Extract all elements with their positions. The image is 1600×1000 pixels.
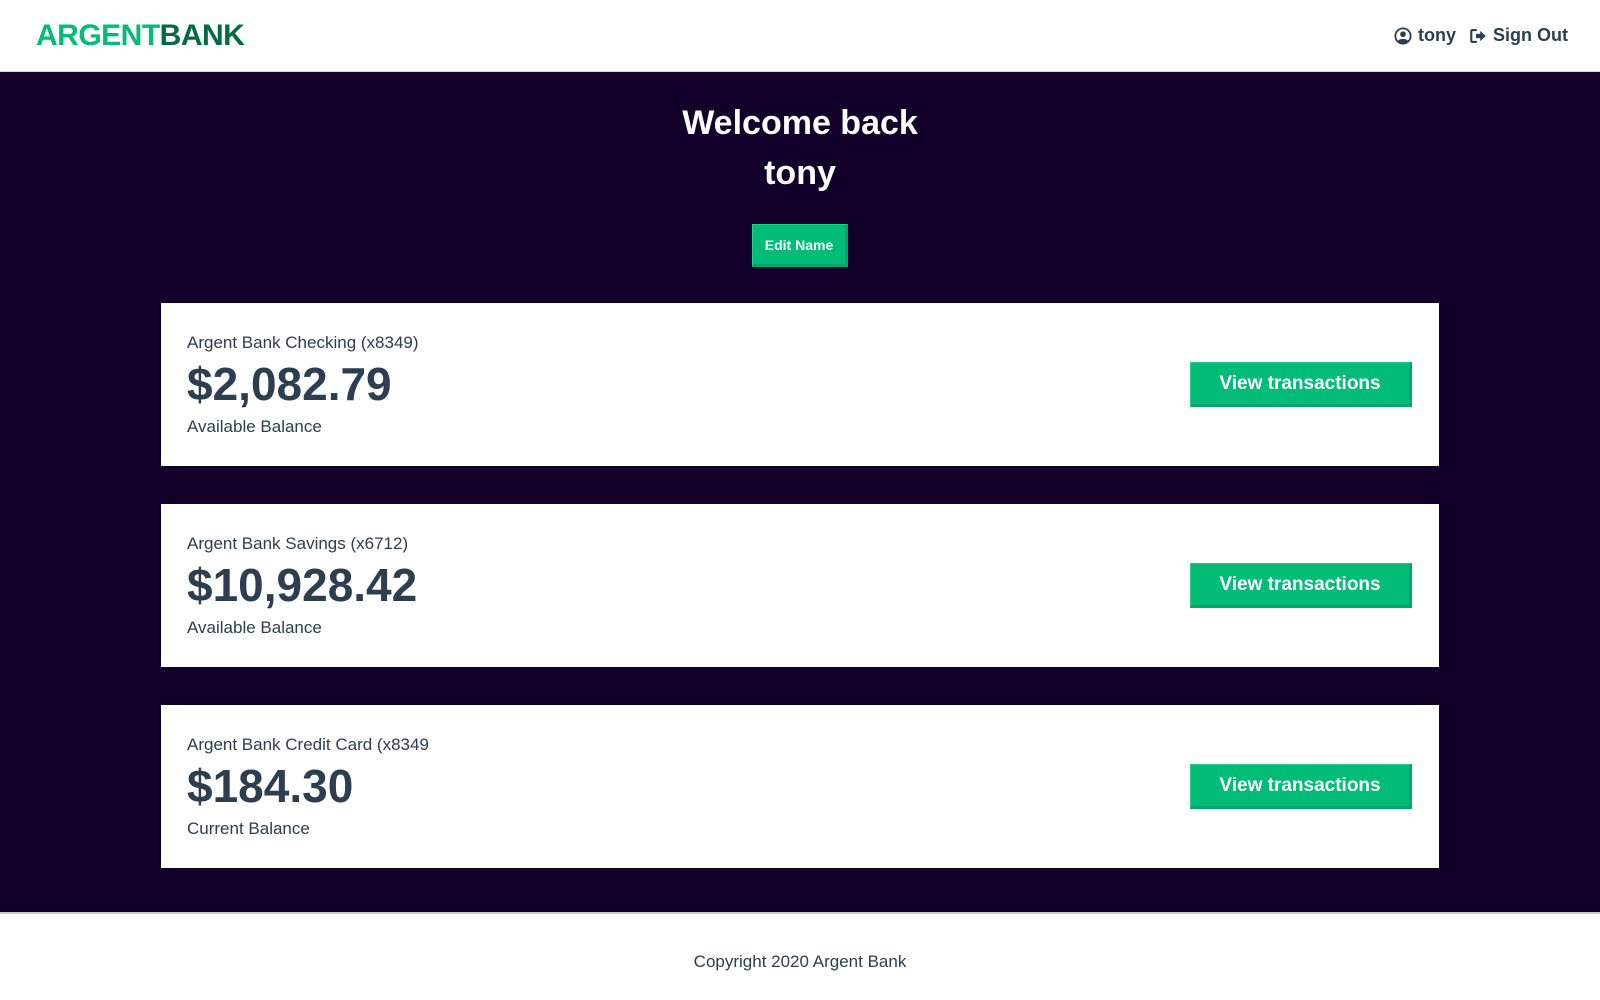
view-transactions-button-credit[interactable]: View transactions [1190, 764, 1412, 809]
account-info: Argent Bank Savings (x6712) $10,928.42 A… [187, 534, 417, 638]
account-card-checking: Argent Bank Checking (x8349) $2,082.79 A… [161, 303, 1439, 466]
page-footer: Copyright 2020 Argent Bank [0, 912, 1600, 1000]
account-amount: $184.30 [187, 759, 354, 812]
account-title: Argent Bank Credit Card (x8349 [187, 734, 429, 754]
argent-bank-logo[interactable]: ARGENT BANK [36, 18, 245, 53]
view-transactions-button-checking[interactable]: View transactions [1190, 362, 1412, 407]
account-amount: $2,082.79 [187, 357, 392, 410]
account-amount: $10,928.42 [187, 558, 418, 611]
account-info: Argent Bank Credit Card (x8349 $184.30 C… [187, 735, 429, 839]
copyright-text: Copyright 2020 Argent Bank [693, 952, 907, 971]
account-balance-label: Available Balance [187, 416, 322, 436]
main-content: Welcome back tony Edit Name Argent Bank … [0, 72, 1600, 912]
main-nav: ARGENT BANK tony Sign Out [0, 0, 1600, 72]
account-title: Argent Bank Checking (x8349) [187, 332, 419, 352]
user-profile-link[interactable]: tony [1394, 25, 1456, 46]
welcome-user-name: tony [764, 154, 836, 192]
welcome-header: Welcome back tony Edit Name [0, 98, 1600, 267]
account-card-credit: Argent Bank Credit Card (x8349 $184.30 C… [161, 705, 1439, 868]
sign-out-link[interactable]: Sign Out [1470, 25, 1568, 46]
account-title: Argent Bank Savings (x6712) [187, 533, 409, 553]
account-card-savings: Argent Bank Savings (x6712) $10,928.42 A… [161, 504, 1439, 667]
sign-out-icon [1470, 28, 1487, 44]
sign-out-label: Sign Out [1493, 25, 1568, 45]
welcome-heading: Welcome back [682, 104, 918, 142]
user-name-label: tony [1418, 25, 1456, 45]
account-balance-label: Available Balance [187, 617, 322, 637]
logo-text-bank: BANK [159, 18, 245, 52]
account-info: Argent Bank Checking (x8349) $2,082.79 A… [187, 333, 419, 437]
account-balance-label: Current Balance [187, 818, 310, 838]
user-circle-icon [1394, 26, 1412, 45]
accounts-list: Argent Bank Checking (x8349) $2,082.79 A… [0, 303, 1600, 868]
view-transactions-button-savings[interactable]: View transactions [1190, 563, 1412, 608]
logo-text-argent: ARGENT [36, 18, 160, 52]
nav-links: tony Sign Out [1394, 25, 1568, 46]
edit-name-button[interactable]: Edit Name [751, 224, 849, 267]
